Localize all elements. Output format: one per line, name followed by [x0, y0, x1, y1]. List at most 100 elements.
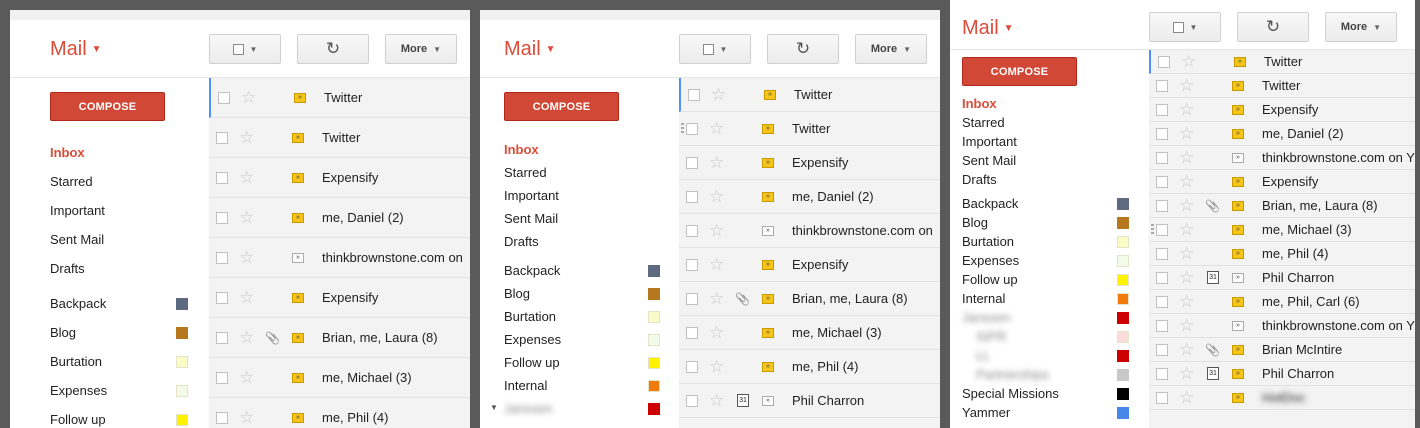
star-icon[interactable]: ☆ [709, 187, 724, 207]
importance-marker-icon[interactable]: » [1232, 344, 1244, 355]
star-icon[interactable]: ☆ [709, 255, 724, 275]
importance-marker-icon[interactable]: » [1234, 56, 1246, 67]
row-checkbox[interactable] [686, 258, 698, 271]
list-item[interactable]: ☆ 📎 » Brian, me, Laura (8) [1149, 194, 1415, 218]
importance-marker-icon[interactable]: » [294, 92, 306, 103]
star-icon[interactable]: ☆ [1179, 220, 1194, 240]
importance-marker-icon[interactable]: » [1232, 128, 1244, 139]
sidebar-label-item[interactable]: Special Missions [962, 386, 1059, 401]
list-item[interactable]: ☆ » me, Daniel (2) [209, 198, 470, 238]
row-checkbox[interactable] [216, 331, 228, 344]
list-item[interactable]: ☆ » me, Phil (4) [679, 350, 940, 384]
star-icon[interactable]: ☆ [1179, 124, 1194, 144]
sidebar-item-important[interactable]: Important [962, 134, 1017, 149]
star-icon[interactable]: ☆ [239, 328, 254, 348]
list-item[interactable]: ☆ » me, Michael (3) [1149, 218, 1415, 242]
sidebar-label-item[interactable]: Expenses [504, 332, 561, 347]
sidebar-label-item[interactable]: Partnerships [962, 367, 1049, 382]
refresh-button[interactable]: ↻ [297, 34, 369, 64]
star-icon[interactable]: ☆ [1179, 340, 1194, 360]
sidebar-label-item[interactable]: Blog [504, 286, 530, 301]
sidebar-label-item[interactable]: Blog [50, 325, 76, 340]
mail-menu[interactable]: Mail ▼ [504, 38, 556, 61]
row-checkbox[interactable] [216, 411, 228, 424]
sidebar-item-drafts[interactable]: Drafts [504, 234, 539, 249]
sidebar-item-drafts[interactable]: Drafts [50, 261, 85, 276]
sidebar-label-item[interactable]: Yammer [962, 405, 1010, 420]
star-icon[interactable]: ☆ [1179, 76, 1194, 96]
sidebar-label-item[interactable]: Follow up [504, 355, 560, 370]
importance-marker-icon[interactable]: » [1232, 248, 1244, 259]
sidebar-item-starred[interactable]: Starred [50, 174, 93, 189]
row-checkbox[interactable] [1156, 367, 1168, 380]
sidebar-label-item[interactable]: Blog [962, 215, 988, 230]
star-icon[interactable]: ☆ [1179, 268, 1194, 288]
more-button[interactable]: More ▼ [1325, 12, 1397, 42]
star-icon[interactable]: ☆ [1179, 388, 1194, 408]
row-checkbox[interactable] [1156, 295, 1168, 308]
sidebar-label-item[interactable]: Janssen [504, 401, 552, 416]
star-icon[interactable]: ☆ [709, 221, 724, 241]
importance-marker-icon[interactable]: » [762, 395, 774, 406]
importance-marker-icon[interactable]: » [762, 259, 774, 270]
row-checkbox[interactable] [1156, 199, 1168, 212]
importance-marker-icon[interactable]: » [762, 157, 774, 168]
star-icon[interactable]: ☆ [239, 288, 254, 308]
sidebar-item-starred[interactable]: Starred [962, 115, 1005, 130]
sidebar-label-item[interactable]: Expenses [50, 383, 107, 398]
star-icon[interactable]: ☆ [239, 248, 254, 268]
drag-handle-icon[interactable] [1151, 223, 1154, 236]
sidebar-item-important[interactable]: Important [50, 203, 105, 218]
mail-menu[interactable]: Mail ▼ [962, 17, 1014, 40]
row-checkbox[interactable] [1156, 223, 1168, 236]
list-item[interactable]: ☆ » me, Daniel (2) [1149, 122, 1415, 146]
list-item[interactable]: ☆ » me, Phil (4) [209, 398, 470, 428]
sidebar-label-item[interactable]: Burtation [962, 234, 1014, 249]
importance-marker-icon[interactable]: » [292, 212, 304, 223]
row-checkbox[interactable] [216, 251, 228, 264]
row-checkbox[interactable] [218, 91, 230, 104]
importance-marker-icon[interactable]: » [762, 327, 774, 338]
importance-marker-icon[interactable]: » [292, 332, 304, 343]
importance-marker-icon[interactable]: » [1232, 200, 1244, 211]
row-checkbox[interactable] [686, 394, 698, 407]
star-icon[interactable]: ☆ [1179, 148, 1194, 168]
importance-marker-icon[interactable]: » [292, 292, 304, 303]
sidebar-label-item[interactable]: Janssen [962, 310, 1010, 325]
list-item[interactable]: ☆ » thinkbrownstone.com on [209, 238, 470, 278]
select-all-button[interactable]: ▼ [209, 34, 281, 64]
select-all-button[interactable]: ▼ [679, 34, 751, 64]
importance-marker-icon[interactable]: » [1232, 224, 1244, 235]
sidebar-label-item[interactable]: Follow up [962, 272, 1018, 287]
star-icon[interactable]: ☆ [239, 208, 254, 228]
row-checkbox[interactable] [216, 131, 228, 144]
sidebar-label-item[interactable]: Burtation [50, 354, 102, 369]
star-icon[interactable]: ☆ [709, 357, 724, 377]
star-icon[interactable]: ☆ [239, 128, 254, 148]
star-icon[interactable]: ☆ [709, 289, 724, 309]
list-item[interactable]: ☆ » Expensify [1149, 98, 1415, 122]
more-button[interactable]: More ▼ [385, 34, 457, 64]
list-item[interactable]: ☆ » Twitter [209, 118, 470, 158]
list-item[interactable]: ☆ » Expensify [209, 158, 470, 198]
refresh-button[interactable]: ↻ [1237, 12, 1309, 42]
star-icon[interactable]: ☆ [709, 153, 724, 173]
star-icon[interactable]: ☆ [709, 119, 724, 139]
sidebar-label-item[interactable]: Backpack [962, 196, 1018, 211]
list-item[interactable]: ☆ » Expensify [679, 248, 940, 282]
star-icon[interactable]: ☆ [239, 368, 254, 388]
row-checkbox[interactable] [216, 291, 228, 304]
list-item[interactable]: ☆ » Expensify [1149, 170, 1415, 194]
row-checkbox[interactable] [216, 371, 228, 384]
sidebar-item-drafts[interactable]: Drafts [962, 172, 997, 187]
list-item[interactable]: ☆ 31 » Phil Charron [1149, 266, 1415, 290]
sidebar-label-item[interactable]: Expenses [962, 253, 1019, 268]
star-icon[interactable]: ☆ [1179, 244, 1194, 264]
star-icon[interactable]: ☆ [1179, 172, 1194, 192]
list-item[interactable]: ☆ 📎 » Brian McIntire [1149, 338, 1415, 362]
row-checkbox[interactable] [686, 156, 698, 169]
star-icon[interactable]: ☆ [1179, 292, 1194, 312]
row-checkbox[interactable] [1156, 79, 1168, 92]
importance-marker-icon[interactable]: » [292, 172, 304, 183]
mail-menu[interactable]: Mail ▼ [50, 38, 102, 61]
